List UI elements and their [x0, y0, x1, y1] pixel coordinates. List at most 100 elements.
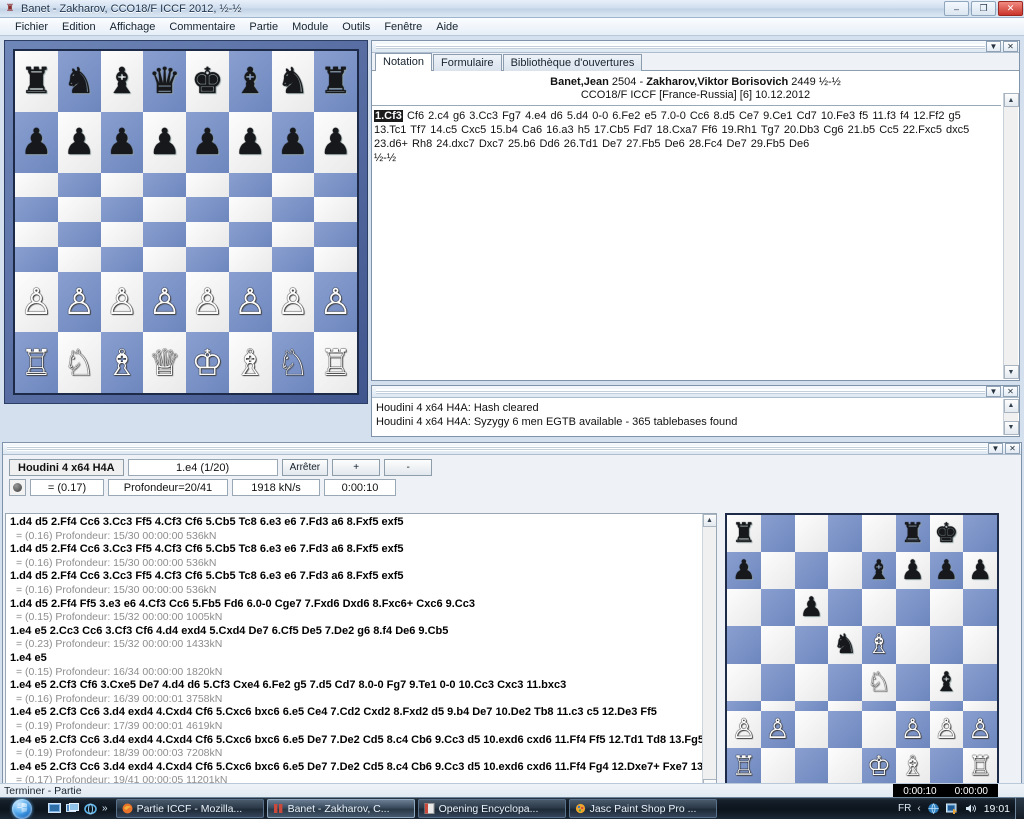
analysis-line-pv[interactable]: 1.e4 e5 [10, 652, 714, 666]
board-square[interactable] [760, 626, 795, 664]
chess-piece[interactable]: ♙ [732, 715, 756, 743]
board-square[interactable]: ♚ [186, 51, 229, 112]
menu-edition[interactable]: Edition [55, 20, 103, 34]
board-square[interactable]: ♙ [15, 271, 58, 333]
notation-scrollbar[interactable]: ▲ ▼ [1003, 93, 1019, 379]
board-square[interactable]: ♜ [727, 515, 761, 553]
chess-piece[interactable]: ♙ [319, 283, 351, 320]
language-indicator[interactable]: FR [898, 803, 911, 814]
chess-piece[interactable]: ♟ [106, 124, 138, 160]
menu-fichier[interactable]: Fichier [8, 20, 55, 34]
board-square[interactable] [314, 172, 357, 198]
log-collapse-button[interactable]: ▼ [986, 386, 1001, 397]
taskbar-button-firefox[interactable]: Partie ICCF - Mozilla... [115, 799, 264, 818]
board-square[interactable]: ♙ [895, 710, 930, 748]
board-square[interactable]: ♖ [314, 332, 357, 393]
board-square[interactable]: ♛ [143, 51, 186, 112]
board-square[interactable]: ♙ [314, 271, 357, 333]
chess-piece[interactable]: ♞ [63, 63, 95, 99]
analysis-line-pv[interactable]: 1.e4 e5 2.Cf3 Cc6 3.d4 exd4 4.Cxd4 Cf6 5… [10, 706, 714, 720]
board-square[interactable] [228, 246, 272, 272]
chess-piece[interactable]: ♖ [732, 752, 756, 780]
board-square[interactable] [271, 246, 315, 272]
chess-piece[interactable]: ♟ [968, 557, 992, 584]
board-square[interactable]: ♟ [929, 552, 964, 590]
taskbar-button-paintshop[interactable]: Jasc Paint Shop Pro ... [568, 799, 717, 818]
board-square[interactable] [929, 626, 964, 664]
quick-launch-chevron-icon[interactable]: » [102, 803, 108, 814]
board-square[interactable]: ♝ [100, 51, 144, 112]
board-square[interactable] [314, 246, 357, 272]
chess-piece[interactable]: ♘ [63, 344, 95, 381]
board-square[interactable]: ♙ [57, 271, 101, 333]
board-square[interactable]: ♙ [760, 710, 795, 748]
engine-dock-titlebar[interactable]: ▼ ✕ [3, 443, 1021, 455]
board-square[interactable]: ♟ [314, 111, 357, 173]
board-square[interactable]: ♟ [895, 552, 930, 590]
board-square[interactable] [228, 172, 272, 198]
board-square[interactable] [143, 197, 186, 222]
analysis-chessboard[interactable]: ♜ ♜ ♚ ♟ ♝ ♟ ♟ ♟ ♟ ♞ ♗ ♘ ♝ ♙ ♙ ♙ ♙ ♙ ♖ ♔ ♗ ♖ [727, 515, 997, 785]
chess-piece[interactable]: ♟ [732, 557, 756, 584]
board-square[interactable] [862, 589, 896, 627]
chess-piece[interactable]: ♜ [732, 520, 756, 547]
tab-formulaire[interactable]: Formulaire [432, 54, 502, 71]
chess-piece[interactable]: ♟ [234, 124, 266, 160]
board-square[interactable] [895, 626, 930, 664]
board-square[interactable]: ♟ [271, 111, 315, 173]
show-desktop-icon[interactable] [47, 801, 62, 816]
board-square[interactable]: ♕ [143, 332, 186, 393]
switch-window-icon[interactable] [65, 801, 80, 816]
stop-analysis-button[interactable]: Arrêter [281, 459, 329, 476]
board-square[interactable] [186, 172, 229, 198]
board-square[interactable] [760, 552, 795, 590]
show-desktop-button[interactable] [1015, 797, 1024, 819]
remove-line-button[interactable]: - [384, 459, 433, 476]
board-square[interactable] [963, 515, 997, 553]
board-square[interactable]: ♘ [271, 332, 315, 393]
board-square[interactable] [794, 663, 829, 701]
main-chessboard[interactable]: ♜ ♞ ♝ ♛ ♚ ♝ ♞ ♜ ♟ ♟ ♟ ♟ ♟ ♟ ♟ ♟ ♙ ♙ ♙ ♙ ♙ ♙ ♙ ♙ ♖ ♘ ♗ ♕ ♔ ♗ ♘ ♖ [15, 51, 357, 393]
board-square[interactable] [794, 700, 829, 711]
chess-piece[interactable]: ♙ [901, 715, 925, 743]
log-close-button[interactable]: ✕ [1003, 386, 1018, 397]
board-square[interactable] [963, 663, 997, 701]
board-square[interactable] [100, 197, 144, 222]
board-square[interactable] [100, 172, 144, 198]
board-square[interactable] [57, 172, 101, 198]
internet-explorer-icon[interactable] [83, 801, 98, 816]
board-square[interactable]: ♔ [862, 747, 896, 785]
board-square[interactable]: ♙ [228, 271, 272, 333]
log-scroll-down[interactable]: ▼ [1003, 421, 1019, 435]
board-square[interactable] [57, 197, 101, 222]
notation-scroll-up[interactable]: ▲ [1003, 93, 1019, 107]
chess-piece[interactable]: ♙ [191, 283, 223, 320]
chess-piece[interactable]: ♔ [867, 752, 891, 780]
board-square[interactable] [828, 589, 862, 627]
chess-piece[interactable]: ♞ [833, 631, 857, 658]
chess-piece[interactable]: ♜ [319, 63, 351, 99]
chess-piece[interactable]: ♙ [148, 283, 180, 320]
board-square[interactable]: ♘ [57, 332, 101, 393]
chess-piece[interactable]: ♙ [234, 283, 266, 320]
chess-piece[interactable]: ♖ [20, 344, 52, 381]
board-square[interactable]: ♟ [100, 111, 144, 173]
board-square[interactable] [727, 700, 761, 711]
analysis-vertical-scrollbar[interactable]: ▲ ▼ [702, 514, 716, 792]
board-square[interactable] [895, 700, 930, 711]
board-square[interactable] [794, 626, 829, 664]
chess-piece[interactable]: ♟ [901, 557, 925, 584]
minimize-button[interactable]: – [944, 1, 969, 16]
board-square[interactable] [57, 246, 101, 272]
board-square[interactable]: ♟ [228, 111, 272, 173]
selected-move[interactable]: 1.Cf3 [374, 110, 403, 122]
board-square[interactable] [727, 589, 761, 627]
board-square[interactable] [794, 747, 829, 785]
chess-piece[interactable]: ♗ [867, 631, 891, 658]
board-square[interactable] [794, 552, 829, 590]
board-square[interactable] [862, 710, 896, 748]
board-square[interactable]: ♗ [895, 747, 930, 785]
board-square[interactable] [828, 552, 862, 590]
board-square[interactable] [963, 626, 997, 664]
moves-text[interactable]: Cf6 2.c4 g6 3.Cc3 Fg7 4.e4 d6 5.d4 0-0 6… [374, 110, 969, 150]
